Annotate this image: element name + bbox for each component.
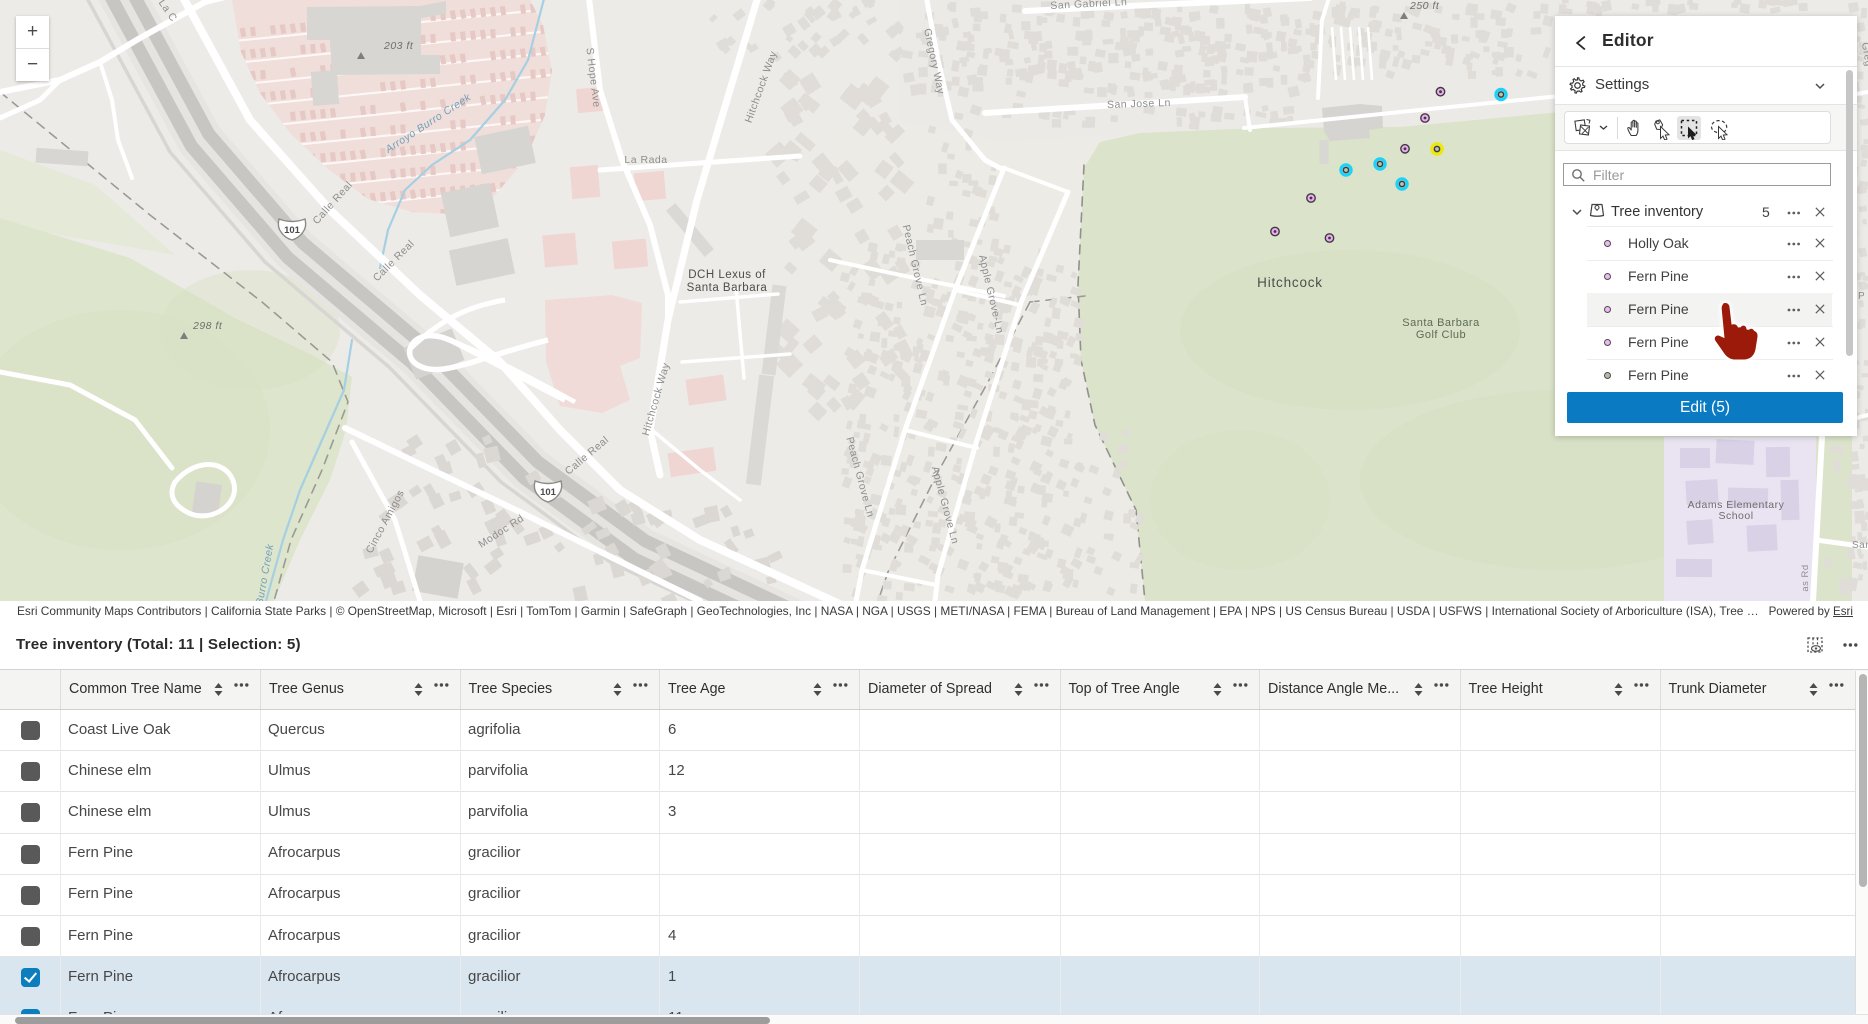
svg-text:101: 101: [284, 225, 301, 236]
svg-text:Santa Barbara: Santa Barbara: [1402, 317, 1480, 329]
svg-text:La Rada: La Rada: [624, 154, 667, 166]
svg-text:250 ft: 250 ft: [1409, 0, 1440, 12]
svg-text:101: 101: [540, 487, 557, 498]
svg-text:298 ft: 298 ft: [192, 320, 223, 332]
svg-text:Santa Barbara: Santa Barbara: [687, 282, 768, 294]
svg-text:as Rd: as Rd: [1800, 564, 1811, 591]
svg-text:Hitchcock: Hitchcock: [1257, 275, 1323, 290]
svg-text:School: School: [1718, 510, 1753, 522]
svg-text:P: P: [1858, 291, 1865, 302]
svg-text:203 ft: 203 ft: [383, 40, 414, 52]
svg-text:DCH Lexus of: DCH Lexus of: [688, 269, 766, 281]
svg-text:Golf Club: Golf Club: [1416, 329, 1466, 341]
svg-text:San Jose Ln: San Jose Ln: [1107, 97, 1171, 111]
svg-text:San: San: [1852, 540, 1868, 551]
